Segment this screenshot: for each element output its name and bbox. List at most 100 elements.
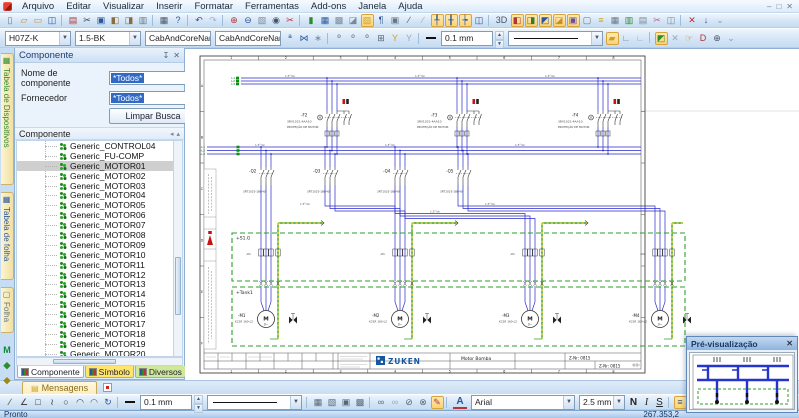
- component-item[interactable]: Generic_MOTOR09: [17, 240, 182, 250]
- breaker-group[interactable]: -F2 -F3 -F4 3RV1021-4AA10 3RV1021-4AA10 …: [287, 76, 623, 156]
- draw-circle-icon[interactable]: ○: [60, 396, 73, 409]
- grid-icon[interactable]: ▩: [333, 14, 346, 27]
- zoom-window-icon[interactable]: ▧: [256, 14, 269, 27]
- schematic-drawing[interactable]: 12 34 56 78 12 34 56 78 AB CD EF L1 L2 L…: [185, 49, 799, 380]
- cube-blue-icon[interactable]: ◩: [538, 14, 552, 27]
- menu-item[interactable]: Arquivo: [16, 1, 60, 12]
- dots-grid-icon[interactable]: ▦: [609, 14, 622, 27]
- wire-gauge-combo[interactable]: 1.5-BK ▼: [75, 30, 141, 46]
- line-weight-stepper[interactable]: ▲ ▼: [495, 31, 504, 49]
- filter-icon[interactable]: Y: [389, 32, 402, 45]
- component-item[interactable]: Generic_MOTOR04: [17, 190, 182, 200]
- ungroup-icon[interactable]: ▧: [326, 396, 339, 409]
- component-item[interactable]: Generic_MOTOR10: [17, 250, 182, 260]
- device-table-icon[interactable]: ▮: [305, 14, 318, 27]
- draw-line-icon[interactable]: ∕: [4, 396, 17, 409]
- clipboard-icon[interactable]: ▥: [137, 14, 150, 27]
- tab-componente[interactable]: Componente: [17, 366, 84, 378]
- wire-star-icon[interactable]: ∗: [312, 32, 325, 45]
- cut-icon[interactable]: ✂: [81, 14, 94, 27]
- find-icon[interactable]: ◉: [270, 14, 283, 27]
- unlink-icon[interactable]: ∞: [389, 396, 402, 409]
- tab-simbolo[interactable]: Símbolo: [84, 366, 134, 378]
- line-style-combo[interactable]: ▼: [508, 30, 603, 46]
- tab-folha[interactable]: ▢ Folha: [0, 287, 14, 333]
- clip-cut-icon[interactable]: ✂: [284, 14, 297, 27]
- contactor-group[interactable]: -Q2 -Q3 -Q4 -Q5 3RT1025-1BB40 3RT1025-1B…: [243, 145, 472, 194]
- redliner-icon[interactable]: D: [697, 32, 710, 45]
- select-highlight-icon[interactable]: ▰: [605, 31, 619, 45]
- group-icon[interactable]: ▦: [312, 396, 325, 409]
- overflow-icon[interactable]: ⌄: [714, 14, 727, 27]
- component-item[interactable]: Generic_MOTOR15: [17, 299, 182, 309]
- window-control-icon[interactable]: □: [776, 2, 781, 11]
- redo-icon[interactable]: ↷: [207, 14, 220, 27]
- cube-outline-icon[interactable]: ▢: [581, 14, 594, 27]
- terminal-strips[interactable]: -X1 -X1 -X1 -X1: [246, 248, 675, 286]
- draw-spline-icon[interactable]: ≀: [46, 396, 59, 409]
- print-icon[interactable]: ▦: [158, 14, 171, 27]
- component-name-combo[interactable]: *Todos*▼: [109, 71, 197, 85]
- component-item[interactable]: Generic_MOTOR18: [17, 329, 182, 339]
- italic-button[interactable]: I: [640, 397, 653, 408]
- align-left-icon[interactable]: ≡: [673, 395, 687, 409]
- component-item[interactable]: Generic_MOTOR16: [17, 309, 182, 319]
- copy-icon[interactable]: ▣: [95, 14, 108, 27]
- motor-group[interactable]: M M M M 3~ 3~ 3~ 3~ -M1 -M2 -M3 -M4 K21R…: [235, 310, 692, 328]
- component-item[interactable]: Generic_MOTOR20: [17, 349, 182, 356]
- pilcrow-icon[interactable]: ¶: [375, 14, 388, 27]
- cable-name-combo-1[interactable]: CabAndCoreName,▼: [145, 30, 211, 46]
- component-item[interactable]: Generic_MOTOR05: [17, 200, 182, 210]
- underline-button[interactable]: S: [653, 397, 666, 408]
- layers-icon[interactable]: ≡: [595, 14, 608, 27]
- paste-icon[interactable]: ◧: [109, 14, 122, 27]
- tree-horizontal-scrollbar[interactable]: [16, 357, 183, 366]
- pin-name-icon[interactable]: º: [347, 32, 360, 45]
- import-sheet-icon[interactable]: ▤: [67, 14, 80, 27]
- link-icon[interactable]: ∞: [375, 396, 388, 409]
- pin-up-icon[interactable]: ╀: [430, 14, 444, 27]
- close-icon[interactable]: ✕: [173, 51, 180, 60]
- text-column-icon[interactable]: ◫: [473, 14, 486, 27]
- component-item[interactable]: Generic_MOTOR06: [17, 210, 182, 220]
- cube-purple-icon[interactable]: ▣: [566, 14, 580, 27]
- color-mode-icon[interactable]: ◩: [654, 31, 668, 45]
- pe-wires[interactable]: [270, 220, 683, 340]
- pan-hand-icon[interactable]: ☞: [683, 32, 696, 45]
- line-weight-stepper[interactable]: ▲ ▼: [194, 395, 203, 413]
- 3d-icon[interactable]: 3D: [494, 14, 510, 27]
- note-icon[interactable]: ▤: [637, 14, 650, 27]
- power-wires[interactable]: [260, 185, 666, 311]
- filter-off-icon[interactable]: Y: [403, 32, 416, 45]
- redline-pen-icon[interactable]: ✎: [430, 395, 444, 409]
- clear-search-button[interactable]: Limpar Busca: [109, 108, 197, 124]
- font-family-combo[interactable]: Arial ▼: [471, 394, 575, 410]
- to-back-icon[interactable]: ▩: [354, 396, 367, 409]
- font-color-icon[interactable]: A: [453, 396, 467, 409]
- menu-item[interactable]: Inserir: [150, 1, 188, 12]
- cube-gold-icon[interactable]: ◪: [552, 14, 566, 27]
- component-item[interactable]: Generic_FU-COMP: [17, 151, 182, 161]
- location-boxes[interactable]: [231, 232, 686, 347]
- tab-mensagens[interactable]: ▤ Mensagens: [22, 381, 98, 394]
- menu-item[interactable]: Janela: [352, 1, 392, 12]
- tab-diversos[interactable]: Diversos: [134, 366, 186, 378]
- tree-vertical-scrollbar[interactable]: [173, 141, 182, 356]
- undo-icon[interactable]: ↶: [193, 14, 206, 27]
- component-section-header[interactable]: Componente ◂ ▴: [15, 127, 184, 140]
- pin-right-icon[interactable]: ┾: [458, 14, 472, 27]
- help-icon[interactable]: ?: [172, 14, 185, 27]
- pin-grid-icon[interactable]: ⊞: [375, 32, 388, 45]
- component-item[interactable]: Generic_CONTROL04: [17, 141, 182, 151]
- menu-item[interactable]: Ajuda: [392, 1, 428, 12]
- line-style-combo[interactable]: ▼: [207, 394, 302, 410]
- schematic-canvas-area[interactable]: 12 34 56 78 12 34 56 78 AB CD EF L1 L2 L…: [185, 48, 799, 380]
- highlight-icon[interactable]: ▨: [360, 14, 374, 27]
- zoom-in-icon[interactable]: ⊕: [228, 14, 241, 27]
- preview-titlebar[interactable]: Pré-visualização ✕: [687, 337, 797, 350]
- menu-item[interactable]: Formatar: [188, 1, 239, 12]
- pin-swap-icon[interactable]: º: [361, 32, 374, 45]
- draw-polyline-icon[interactable]: ∠: [18, 396, 31, 409]
- message-error-icon[interactable]: [103, 383, 113, 392]
- bold-button[interactable]: N: [627, 397, 640, 408]
